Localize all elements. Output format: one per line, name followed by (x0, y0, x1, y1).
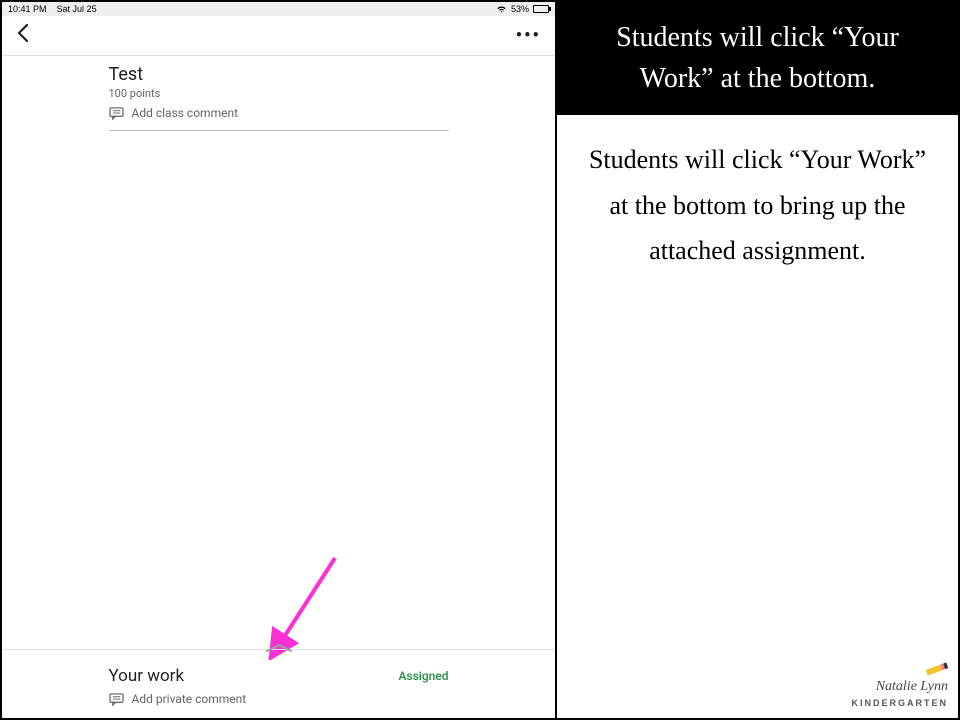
status-time: 10:41 PM (8, 4, 47, 14)
app-bar: ••• (2, 16, 555, 56)
instruction-pane: Students will click “Your Work” at the b… (557, 2, 958, 718)
add-private-comment-button[interactable]: Add private comment (109, 692, 449, 706)
instruction-header: Students will click “Your Work” at the b… (557, 2, 958, 115)
status-right: 53% (496, 4, 549, 14)
back-button[interactable] (16, 23, 30, 49)
comment-icon (109, 693, 124, 706)
status-time-date: 10:41 PM Sat Jul 25 (8, 4, 97, 14)
watermark-name: Natalie Lynn (876, 679, 948, 694)
status-date: Sat Jul 25 (57, 4, 97, 14)
drag-handle-icon[interactable] (265, 643, 293, 653)
ipad-status-bar: 10:41 PM Sat Jul 25 53% (2, 2, 555, 16)
watermark: Natalie Lynn KINDERGARTEN (851, 662, 948, 710)
your-work-header: Your work Assigned (109, 666, 449, 686)
pencil-icon (926, 662, 949, 675)
assignment-status-badge: Assigned (398, 669, 448, 683)
add-class-comment-label: Add class comment (132, 106, 239, 120)
add-private-comment-label: Add private comment (132, 692, 247, 706)
assignment-block: Test 100 points Add class comment (109, 64, 449, 131)
battery-percent: 53% (511, 4, 529, 14)
wifi-icon (496, 5, 507, 13)
assignment-title: Test (109, 64, 449, 85)
watermark-sub: KINDERGARTEN (851, 698, 948, 708)
add-class-comment-button[interactable]: Add class comment (109, 106, 449, 128)
more-options-button[interactable]: ••• (516, 25, 541, 46)
ipad-screenshot: 10:41 PM Sat Jul 25 53% ••• Test 100 poi (2, 2, 557, 718)
your-work-panel[interactable]: Your work Assigned Add private comment (2, 649, 555, 718)
assignment-content: Test 100 points Add class comment (2, 56, 555, 649)
divider (109, 130, 449, 131)
assignment-points: 100 points (109, 87, 449, 100)
instruction-body: Students will click “Your Work” at the b… (557, 115, 958, 296)
tutorial-slide: 10:41 PM Sat Jul 25 53% ••• Test 100 poi (0, 0, 960, 720)
comment-icon (109, 107, 124, 120)
your-work-title: Your work (109, 666, 185, 686)
battery-icon (533, 5, 549, 13)
